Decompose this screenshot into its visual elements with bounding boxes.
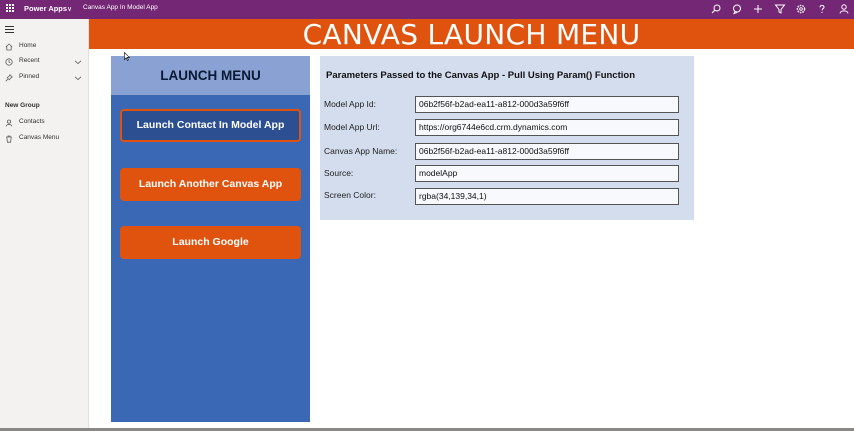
model-app-url-field[interactable]: https://org6744e6cd.crm.dynamics.com [415,119,679,136]
parameters-panel: Parameters Passed to the Canvas App - Pu… [320,56,694,220]
settings-icon[interactable] [795,3,807,15]
canvas-app-name-field[interactable]: 06b2f56f-b2ad-ea11-a812-000d3a59f6ff [415,143,679,160]
nav-item-home[interactable]: Home [0,40,89,54]
chevron-down-icon[interactable]: ∨ [67,5,72,13]
person-icon [5,119,13,127]
pin-icon [5,74,13,82]
parameters-title: Parameters Passed to the Canvas App - Pu… [326,70,636,81]
model-app-id-label: Model App Id: [324,99,376,109]
clock-icon [5,58,13,66]
person-icon[interactable] [838,3,850,15]
nav-item-recent[interactable]: Recent [0,55,89,69]
page-banner: CANVAS LAUNCH MENU [89,18,854,51]
launch-menu-header: LAUNCH MENU [111,56,310,95]
source-label: Source: [324,168,354,178]
waffle-icon[interactable] [6,4,15,13]
nav-item-label: Pinned [19,73,40,80]
nav-item-contacts[interactable]: Contacts [0,116,89,130]
plus-icon[interactable] [752,3,764,15]
mouse-cursor-icon [124,52,130,61]
model-app-id-field[interactable]: 06b2f56f-b2ad-ea11-a812-000d3a59f6ff [415,96,679,113]
nav-item-pinned[interactable]: Pinned [0,71,89,85]
canvas-app-name-label: Canvas App Name: [324,146,398,156]
trash-icon [5,135,13,143]
nav-item-canvas-menu[interactable]: Canvas Menu [0,132,89,146]
nav-item-label: Contacts [19,118,45,125]
help-icon[interactable] [816,3,828,15]
search-icon[interactable] [710,3,722,15]
page-title: CANVAS LAUNCH MENU [302,18,641,51]
launch-menu-panel: LAUNCH MENU Launch Contact In Model App … [111,56,310,422]
screen-color-field[interactable]: rgba(34,139,34,1) [415,188,679,205]
chevron-down-icon[interactable] [74,58,82,66]
nav-item-label: Home [19,42,37,49]
nav-item-label: Canvas Menu [19,134,60,141]
screen-color-label: Screen Color: [324,190,376,200]
lightbulb-icon[interactable] [731,3,743,15]
source-field[interactable]: modelApp [415,165,679,182]
brand-name[interactable]: Power Apps [24,4,67,13]
top-bar: Power Apps ∨ Canvas App In Model App [0,0,854,19]
hamburger-icon[interactable] [5,26,14,33]
launch-contact-button[interactable]: Launch Contact In Model App [120,109,301,142]
filter-icon[interactable] [774,3,786,15]
left-navigation: Home Recent Pinned New Group Contacts Ca… [0,19,89,431]
nav-item-label: Recent [19,57,40,64]
home-icon [5,43,13,51]
launch-canvas-app-button[interactable]: Launch Another Canvas App [120,168,301,201]
chevron-down-icon[interactable] [74,74,82,82]
launch-menu-title: LAUNCH MENU [160,68,261,83]
model-app-url-label: Model App Url: [324,122,380,132]
nav-group-label: New Group [5,102,40,109]
launch-google-button[interactable]: Launch Google [120,226,301,259]
app-name: Canvas App In Model App [83,4,158,11]
